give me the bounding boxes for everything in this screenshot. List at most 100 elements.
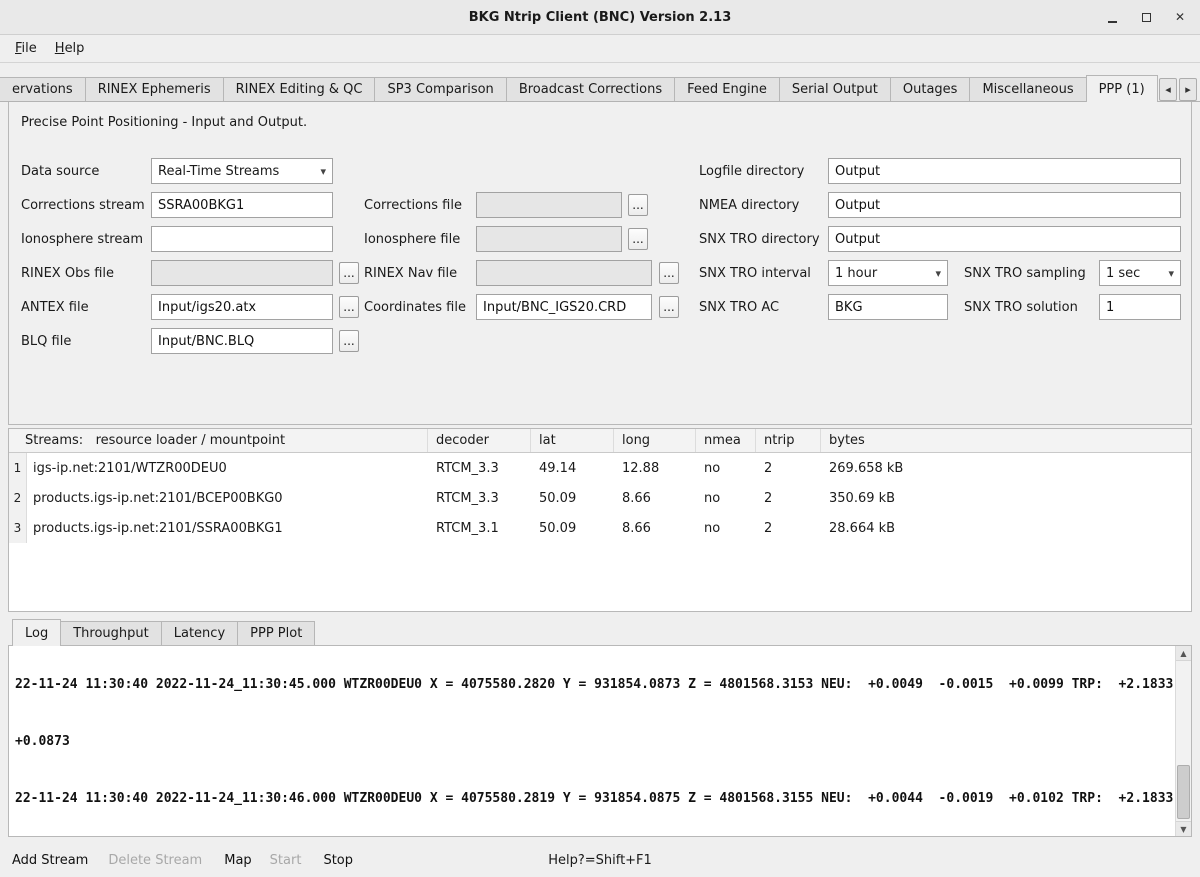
close-button[interactable]: ✕ [1170,7,1190,27]
data-source-label: Data source [21,158,99,184]
cell-decoder: RTCM_3.3 [428,453,531,483]
log-scrollbar[interactable]: ▲ ▼ [1175,646,1191,836]
minimize-icon [1108,21,1117,23]
tab-miscellaneous[interactable]: Miscellaneous [969,77,1086,101]
data-source-select[interactable]: Real-Time Streams ▾ [151,158,333,184]
tab-scrollers: ◂ ▸ [1159,78,1200,101]
row-number: 3 [9,513,27,543]
tab-scroll-left-button[interactable]: ◂ [1159,78,1177,101]
col-header-decoder: decoder [428,429,531,452]
chevron-down-icon: ▾ [935,267,941,280]
tab-serial-output[interactable]: Serial Output [779,77,891,101]
cell-nmea: no [696,513,756,543]
log-tab-bar: Log Throughput Latency PPP Plot [8,618,314,645]
ionosphere-file-input [476,226,622,252]
menu-bar: File Help [0,35,1200,63]
coordinates-file-browse-button[interactable]: ... [659,296,679,318]
corrections-file-input [476,192,622,218]
scrollbar-thumb[interactable] [1177,765,1190,819]
snx-tro-sampling-label: SNX TRO sampling [964,260,1086,286]
menu-file[interactable]: File [6,38,46,59]
col-header-bytes: bytes [821,429,1191,452]
coordinates-file-input[interactable] [476,294,652,320]
rinex-nav-file-input [476,260,652,286]
map-button[interactable]: Map [216,849,259,872]
stop-button[interactable]: Stop [315,849,361,872]
rinex-nav-file-label: RINEX Nav file [364,260,457,286]
antex-file-input[interactable] [151,294,333,320]
tab-throughput[interactable]: Throughput [60,621,162,645]
maximize-icon [1142,13,1151,22]
scroll-up-icon: ▲ [1180,649,1186,658]
coordinates-file-label: Coordinates file [364,294,466,320]
table-row[interactable]: 3 products.igs-ip.net:2101/SSRA00BKG1 RT… [9,513,1191,543]
table-row[interactable]: 1 igs-ip.net:2101/WTZR00DEU0 RTCM_3.3 49… [9,453,1191,483]
delete-stream-button: Delete Stream [100,849,210,872]
tab-rinex-ephemeris[interactable]: RINEX Ephemeris [85,77,224,101]
table-row[interactable]: 2 products.igs-ip.net:2101/BCEP00BKG0 RT… [9,483,1191,513]
add-stream-button[interactable]: Add Stream [4,849,96,872]
chevron-down-icon: ▾ [1168,267,1174,280]
window-controls: ✕ [1102,0,1190,34]
col-header-lat: lat [531,429,614,452]
cell-mountpoint: products.igs-ip.net:2101/SSRA00BKG1 [27,513,428,543]
snx-tro-interval-label: SNX TRO interval [699,260,811,286]
nmea-directory-input[interactable] [828,192,1181,218]
help-hint: Help?=Shift+F1 [548,853,652,868]
minimize-button[interactable] [1102,7,1122,27]
nmea-directory-label: NMEA directory [699,192,799,218]
snx-tro-interval-value: 1 hour [835,266,931,281]
scroll-up-button[interactable]: ▲ [1176,646,1191,661]
corrections-file-browse-button[interactable]: ... [628,194,648,216]
cell-mountpoint: igs-ip.net:2101/WTZR00DEU0 [27,453,428,483]
tab-observations[interactable]: ervations [0,77,86,101]
row-number: 1 [9,453,27,483]
rinex-obs-file-browse-button[interactable]: ... [339,262,359,284]
tab-sp3-comparison[interactable]: SP3 Comparison [374,77,506,101]
rinex-obs-file-input [151,260,333,286]
rinex-nav-file-browse-button[interactable]: ... [659,262,679,284]
logfile-directory-label: Logfile directory [699,158,804,184]
col-header-nmea: nmea [696,429,756,452]
ionosphere-stream-input[interactable] [151,226,333,252]
snx-tro-solution-input[interactable] [1099,294,1181,320]
snx-tro-interval-select[interactable]: 1 hour ▾ [828,260,948,286]
cell-lat: 50.09 [531,483,614,513]
snx-tro-ac-input[interactable] [828,294,948,320]
tab-ppp-plot[interactable]: PPP Plot [237,621,315,645]
snx-tro-directory-input[interactable] [828,226,1181,252]
tab-scroll-right-button[interactable]: ▸ [1179,78,1197,101]
corrections-stream-input[interactable] [151,192,333,218]
cell-bytes: 269.658 kB [821,453,1191,483]
snx-tro-solution-label: SNX TRO solution [964,294,1078,320]
tab-rinex-editing-qc[interactable]: RINEX Editing & QC [223,77,376,101]
data-source-value: Real-Time Streams [158,164,316,179]
tab-feed-engine[interactable]: Feed Engine [674,77,780,101]
col-header-long: long [614,429,696,452]
maximize-button[interactable] [1136,7,1156,27]
snx-tro-ac-label: SNX TRO AC [699,294,779,320]
panel-description: Precise Point Positioning - Input and Ou… [21,115,307,130]
col-header-ntrip: ntrip [756,429,821,452]
logfile-directory-input[interactable] [828,158,1181,184]
blq-file-browse-button[interactable]: ... [339,330,359,352]
tab-broadcast-corrections[interactable]: Broadcast Corrections [506,77,675,101]
antex-file-browse-button[interactable]: ... [339,296,359,318]
main-tab-bar: ervations RINEX Ephemeris RINEX Editing … [0,75,1200,102]
ionosphere-file-browse-button[interactable]: ... [628,228,648,250]
tab-outages[interactable]: Outages [890,77,971,101]
log-text[interactable]: 22-11-24 11:30:40 2022-11-24_11:30:45.00… [9,646,1174,836]
cell-nmea: no [696,483,756,513]
close-icon: ✕ [1175,11,1185,23]
menu-help[interactable]: Help [46,38,94,59]
scroll-down-button[interactable]: ▼ [1176,821,1191,836]
snx-tro-sampling-select[interactable]: 1 sec ▾ [1099,260,1181,286]
streams-table-header: Streams: resource loader / mountpoint de… [9,429,1191,453]
cell-long: 12.88 [614,453,696,483]
tab-log[interactable]: Log [12,619,61,646]
cell-nmea: no [696,453,756,483]
blq-file-input[interactable] [151,328,333,354]
tab-ppp[interactable]: PPP (1) [1086,75,1158,102]
tab-latency[interactable]: Latency [161,621,238,645]
row-number: 2 [9,483,27,513]
